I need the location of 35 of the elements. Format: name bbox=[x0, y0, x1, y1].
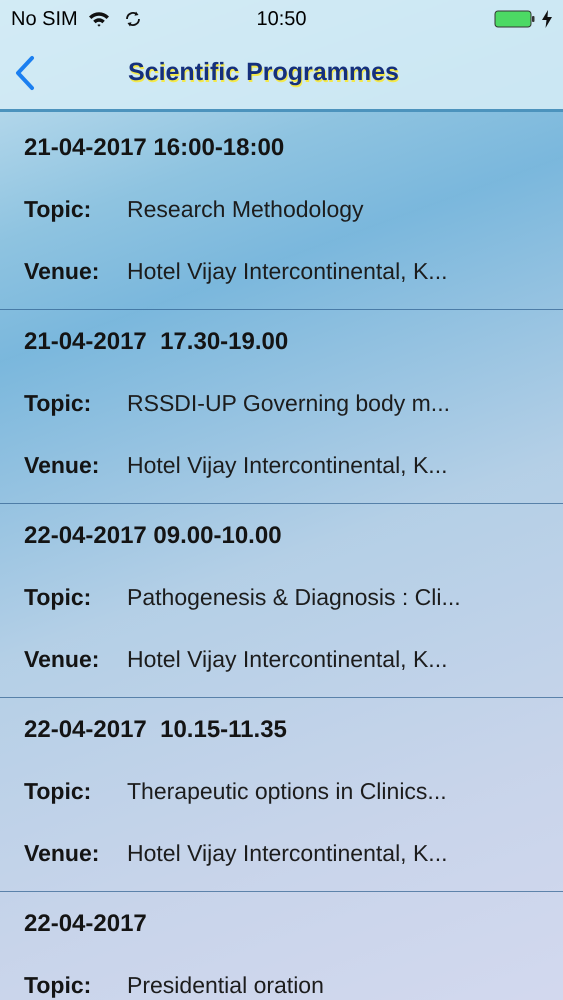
field-label: Topic: bbox=[24, 194, 92, 224]
charging-icon bbox=[542, 10, 552, 28]
battery-icon bbox=[494, 8, 536, 28]
session-date: 22-04-2017 10.15-11.35 bbox=[24, 715, 288, 745]
screen-title: Scientific Programmes bbox=[128, 57, 399, 88]
field-value: RSSDI-UP Governing body m... bbox=[127, 388, 450, 418]
field-label: Venue: bbox=[24, 450, 100, 480]
field-value: Research Methodology bbox=[127, 194, 364, 224]
field-label: Venue: bbox=[24, 644, 100, 674]
session-item[interactable]: 22-04-2017 Topic: Presidential oration bbox=[0, 892, 563, 1000]
clock-time: 10:50 bbox=[256, 6, 307, 32]
session-date: 21-04-2017 16:00-18:00 bbox=[24, 133, 286, 163]
session-item[interactable]: 22-04-2017 09.00-10.00 Topic: Pathogenesis & Diagnosis : Cli... Venue: Hotel Vijay Intercontinental, K... bbox=[0, 504, 563, 698]
field-value: Hotel Vijay Intercontinental, K... bbox=[127, 450, 448, 480]
session-item[interactable]: 22-04-2017 10.15-11.35 Topic: Therapeutic options in Clinics... Venue: Hotel Vijay Intercontinental, K... bbox=[0, 698, 563, 892]
session-date: 22-04-2017 09.00-10.00 bbox=[24, 521, 283, 551]
carrier-label: No SIM bbox=[11, 6, 78, 32]
session-item[interactable]: 21-04-2017 17.30-19.00 Topic: RSSDI-UP Governing body m... Venue: Hotel Vijay Intercontinental, K... bbox=[0, 310, 563, 504]
field-label: Venue: bbox=[24, 838, 100, 868]
field-value: Pathogenesis & Diagnosis : Cli... bbox=[127, 582, 461, 612]
field-label: Venue: bbox=[24, 256, 100, 286]
field-label: Topic: bbox=[24, 582, 92, 612]
session-date: 22-04-2017 bbox=[24, 909, 148, 939]
field-label: Topic: bbox=[24, 388, 92, 418]
field-label: Topic: bbox=[24, 776, 92, 806]
sync-icon bbox=[124, 10, 142, 28]
field-value: Therapeutic options in Clinics... bbox=[127, 776, 447, 806]
field-label: Topic: bbox=[24, 970, 92, 1000]
field-value: Hotel Vijay Intercontinental, K... bbox=[127, 256, 448, 286]
field-value: Hotel Vijay Intercontinental, K... bbox=[127, 644, 448, 674]
session-item[interactable]: 21-04-2017 16:00-18:00 Topic: Research Methodology Venue: Hotel Vijay Intercontinental, K... bbox=[0, 116, 563, 310]
field-value: Presidential oration bbox=[127, 970, 324, 1000]
field-value: Hotel Vijay Intercontinental, K... bbox=[127, 838, 448, 868]
wifi-icon bbox=[88, 10, 110, 26]
session-date: 21-04-2017 17.30-19.00 bbox=[24, 327, 290, 357]
